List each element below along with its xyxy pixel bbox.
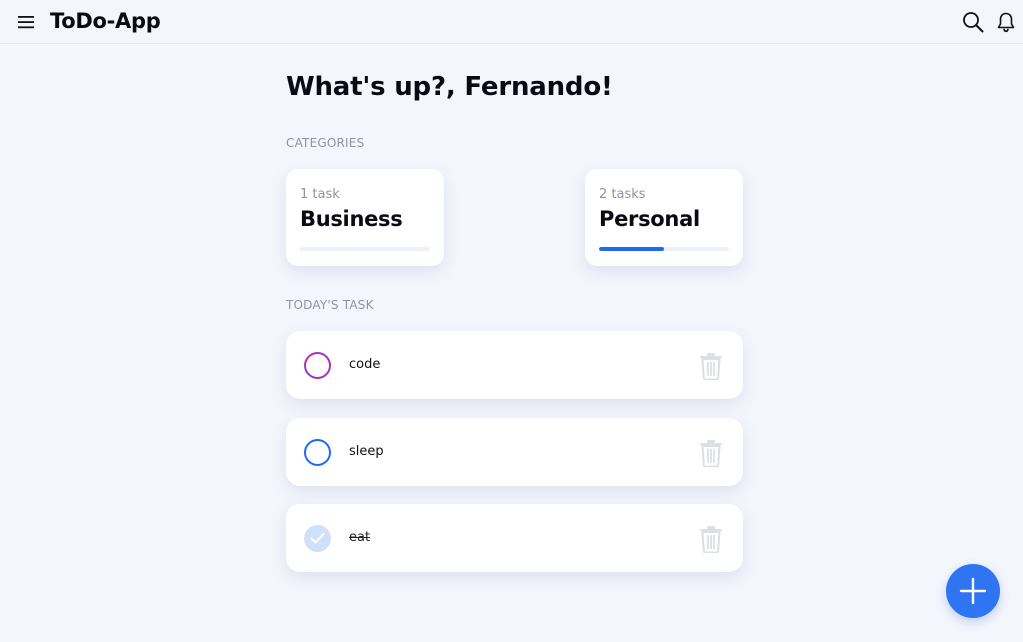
category-card-business[interactable]: 1 task Business: [286, 169, 444, 266]
task-item-eat: eat: [286, 504, 743, 572]
greeting-heading: What's up?, Fernando!: [286, 72, 613, 102]
categories-label: CATEGORIES: [286, 136, 365, 150]
trash-icon[interactable]: [698, 352, 724, 380]
task-checkbox[interactable]: [304, 352, 331, 379]
add-task-button[interactable]: [946, 564, 1000, 618]
task-checkbox-checked[interactable]: [304, 525, 331, 552]
task-text: eat: [349, 530, 371, 545]
task-item-sleep: sleep: [286, 418, 743, 486]
app-title: ToDo-App: [50, 9, 161, 33]
hamburger-menu-icon[interactable]: [16, 12, 36, 32]
search-icon[interactable]: [962, 11, 984, 33]
category-progress-fill: [599, 247, 664, 251]
bell-icon[interactable]: [995, 11, 1017, 33]
category-task-count: 2 tasks: [599, 187, 646, 202]
category-name: Business: [300, 207, 403, 231]
category-name: Personal: [599, 207, 700, 231]
plus-icon: [959, 577, 987, 605]
task-text: code: [349, 357, 381, 372]
task-text: sleep: [349, 444, 384, 459]
category-progress-bar: [599, 247, 729, 251]
trash-icon[interactable]: [698, 439, 724, 467]
checkmark-icon: [310, 533, 325, 544]
task-checkbox[interactable]: [304, 439, 331, 466]
category-task-count: 1 task: [300, 187, 340, 202]
app-header: ToDo-App: [0, 0, 1023, 44]
task-item-code: code: [286, 331, 743, 399]
trash-icon[interactable]: [698, 525, 724, 553]
todays-task-label: TODAY'S TASK: [286, 298, 374, 312]
category-card-personal[interactable]: 2 tasks Personal: [585, 169, 743, 266]
category-progress-bar: [300, 247, 430, 251]
